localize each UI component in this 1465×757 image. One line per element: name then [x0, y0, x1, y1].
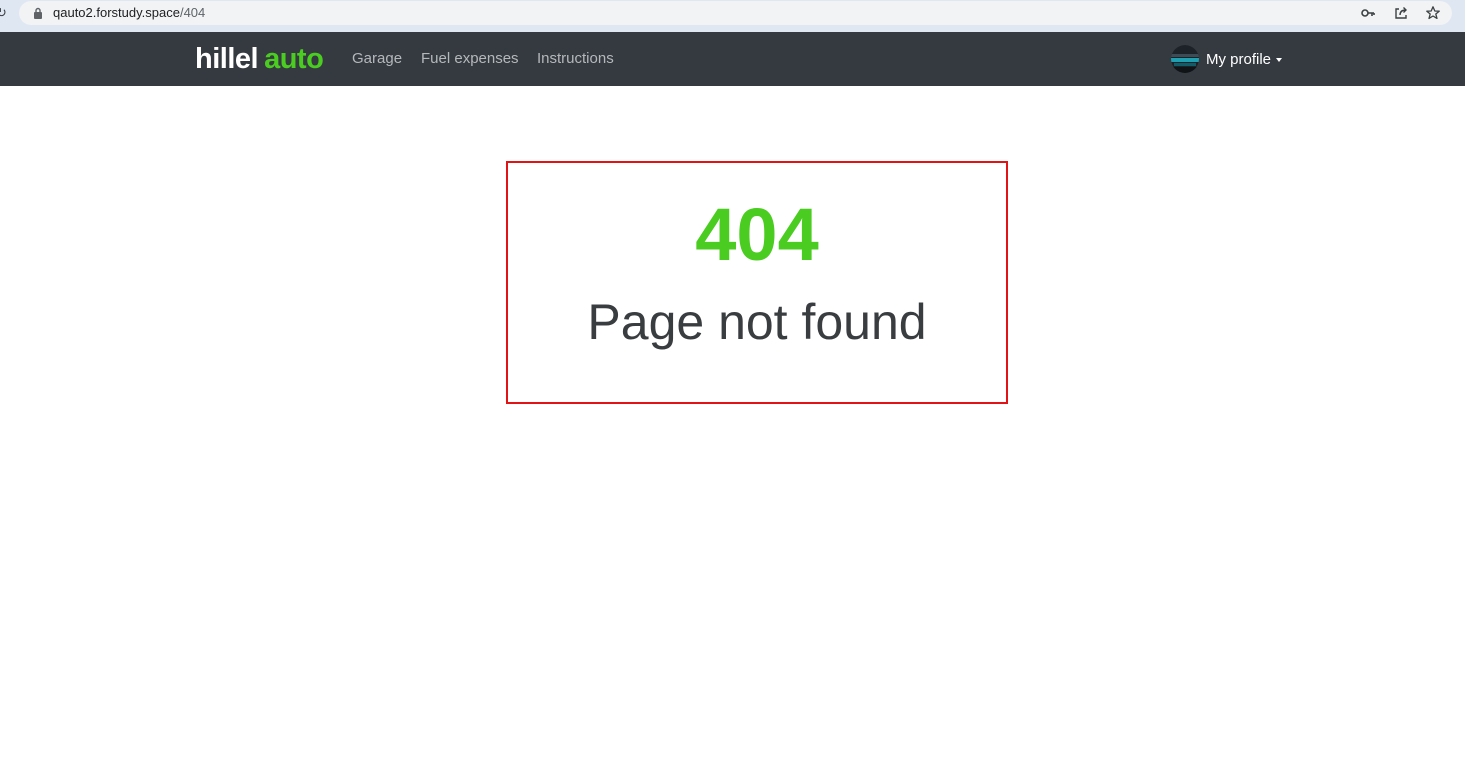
- avatar: [1171, 45, 1199, 73]
- nav-link-garage[interactable]: Garage: [352, 50, 402, 68]
- hillel-auto-logo[interactable]: hillel auto: [195, 42, 324, 76]
- url-host: qauto2.forstudy.space: [53, 5, 180, 20]
- error-message: Page not found: [587, 294, 927, 350]
- caret-down-icon: [1276, 58, 1283, 62]
- logo-word-hillel: hillel: [195, 43, 259, 75]
- lock-icon: [34, 7, 42, 19]
- nav-link-instructions[interactable]: Instructions: [537, 50, 614, 68]
- address-bar[interactable]: qauto2.forstudy.space/404: [19, 1, 1452, 25]
- url-path: /404: [179, 5, 206, 20]
- nav-link-fuel-expenses[interactable]: Fuel expenses: [421, 50, 519, 68]
- profile-label: My profile: [1206, 50, 1272, 68]
- profile-dropdown[interactable]: My profile: [1171, 45, 1283, 73]
- share-icon[interactable]: [1393, 5, 1409, 21]
- error-highlight-box: 404 Page not found: [506, 161, 1008, 404]
- site-navbar: hillel auto Garage Fuel expenses Instruct…: [0, 32, 1465, 86]
- star-icon[interactable]: [1425, 5, 1441, 21]
- reload-icon[interactable]: ↻: [0, 6, 7, 20]
- error-code: 404: [695, 193, 819, 276]
- key-icon[interactable]: [1360, 5, 1376, 21]
- browser-toolbar: ↻ qauto2.forstudy.space/404: [0, 0, 1465, 32]
- url-text: qauto2.forstudy.space/404: [53, 5, 205, 21]
- logo-word-auto: auto: [264, 43, 324, 75]
